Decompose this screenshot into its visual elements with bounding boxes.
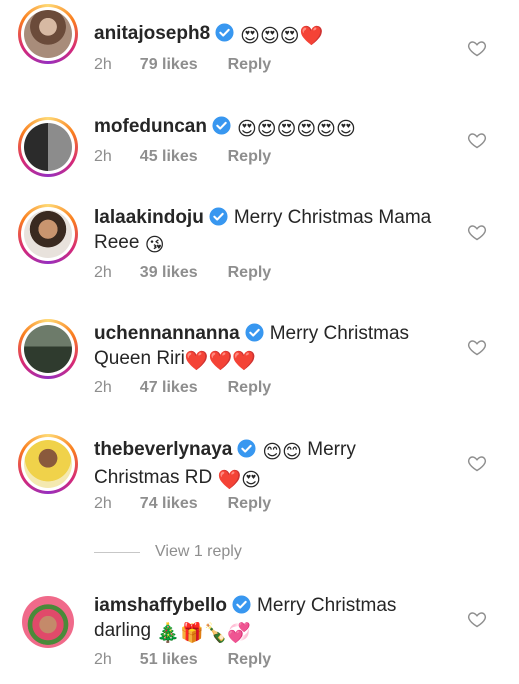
reply-divider-line (94, 552, 140, 553)
comment-emojis: 😍😍😍❤️ (240, 26, 324, 47)
comment-emojis-prefix: 😊😊 (262, 442, 302, 463)
comment-time: 2h (94, 495, 112, 512)
heart-outline-icon[interactable] (467, 222, 487, 242)
comment-text: anitajoseph8 😍😍😍❤️ (94, 21, 454, 49)
comment-emojis: 😍😍😍😍😍😍 (236, 119, 356, 140)
comment-meta: 2h 51 likes Reply (94, 651, 271, 669)
view-replies-label: View 1 reply (155, 543, 242, 560)
comment-emojis: 😘 (144, 235, 165, 256)
comment-meta: 2h 79 likes Reply (94, 56, 271, 74)
comment-time: 2h (94, 56, 112, 73)
reply-button[interactable]: Reply (228, 264, 272, 281)
comment-likes[interactable]: 74 likes (140, 495, 198, 512)
reply-button[interactable]: Reply (228, 379, 272, 396)
comment-text: uchennannanna Merry Christmas Queen Riri❤… (94, 321, 434, 374)
reply-button[interactable]: Reply (228, 148, 272, 165)
verified-icon (212, 116, 231, 135)
comment-emojis: ❤️😍 (217, 470, 261, 491)
comment-time: 2h (94, 651, 112, 668)
avatar[interactable] (18, 4, 78, 64)
heart-outline-icon[interactable] (467, 38, 487, 58)
heart-outline-icon[interactable] (467, 609, 487, 629)
comment-meta: 2h 74 likes Reply (94, 495, 271, 513)
avatar[interactable] (18, 319, 78, 379)
heart-outline-icon[interactable] (467, 337, 487, 357)
heart-outline-icon[interactable] (467, 130, 487, 150)
reply-button[interactable]: Reply (228, 495, 272, 512)
avatar[interactable] (18, 434, 78, 494)
comment-username[interactable]: anitajoseph8 (94, 23, 210, 44)
comment-time: 2h (94, 264, 112, 281)
comment-text: lalaakindoju Merry Christmas Mama Reee 😘 (94, 205, 464, 258)
comment-username[interactable]: uchennannanna (94, 323, 240, 344)
heart-outline-icon[interactable] (467, 453, 487, 473)
verified-icon (237, 439, 256, 458)
comment-likes[interactable]: 47 likes (140, 379, 198, 396)
comment-time: 2h (94, 379, 112, 396)
avatar[interactable] (18, 204, 78, 264)
comment-username[interactable]: thebeverlynaya (94, 439, 232, 460)
comment-username[interactable]: mofeduncan (94, 116, 207, 137)
comment-likes[interactable]: 39 likes (140, 264, 198, 281)
comment-username[interactable]: lalaakindoju (94, 207, 204, 228)
reply-button[interactable]: Reply (228, 651, 272, 668)
verified-icon (245, 323, 264, 342)
comment-emojis: ❤️❤️❤️ (184, 351, 256, 372)
reply-button[interactable]: Reply (228, 56, 272, 73)
avatar (18, 592, 78, 652)
comment-time: 2h (94, 148, 112, 165)
verified-icon (232, 595, 251, 614)
comment-text: iamshaffybello Merry Christmas darling 🎄🎁… (94, 593, 434, 646)
comment-meta: 2h 45 likes Reply (94, 148, 271, 166)
comment-meta: 2h 39 likes Reply (94, 264, 271, 282)
comment-likes[interactable]: 45 likes (140, 148, 198, 165)
verified-icon (215, 23, 234, 42)
comment-text: thebeverlynaya 😊😊 Merry Christmas RD ❤️😍 (94, 437, 424, 493)
avatar[interactable] (18, 117, 78, 177)
comment-username[interactable]: iamshaffybello (94, 595, 227, 616)
comment-text: mofeduncan 😍😍😍😍😍😍 (94, 114, 454, 142)
comment-likes[interactable]: 79 likes (140, 56, 198, 73)
comment-emojis: 🎄🎁🍾💞 (156, 623, 251, 644)
comment-likes[interactable]: 51 likes (140, 651, 198, 668)
verified-icon (209, 207, 228, 226)
comment-meta: 2h 47 likes Reply (94, 379, 271, 397)
